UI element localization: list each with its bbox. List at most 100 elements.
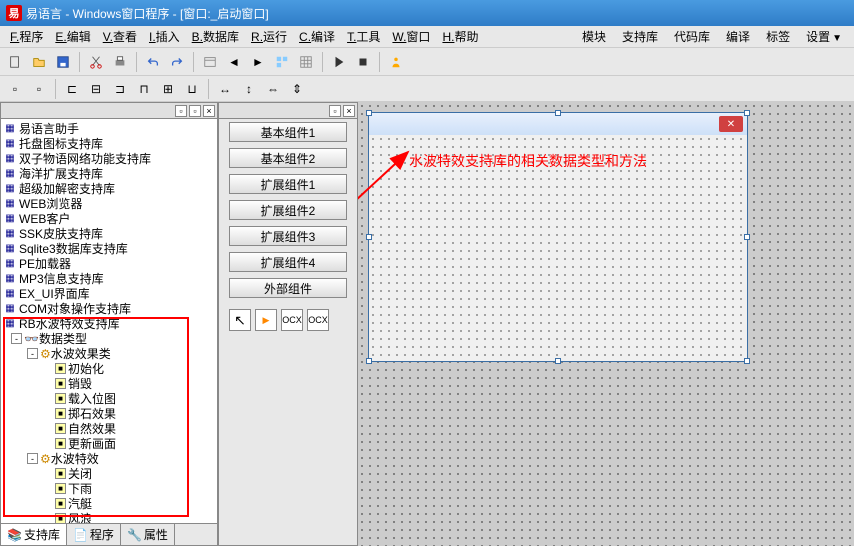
menu-edit[interactable]: E.编辑 <box>49 26 96 47</box>
run-button[interactable] <box>328 51 350 73</box>
tab-properties[interactable]: 🔧 属性 <box>121 524 175 545</box>
pointer-tool[interactable]: ↖ <box>229 309 251 331</box>
book-icon: ▦ <box>3 288 17 300</box>
menu-database[interactable]: B.数据库 <box>186 26 245 47</box>
align-top[interactable]: ⊓ <box>133 78 155 100</box>
tree-lib-item[interactable]: ▦PE加载器 <box>3 256 215 271</box>
tree-lib-item[interactable]: ▦Sqlite3数据库支持库 <box>3 241 215 256</box>
cut-button[interactable] <box>85 51 107 73</box>
align-btn-2[interactable]: ▫ <box>28 78 50 100</box>
align-bottom[interactable]: ⊔ <box>181 78 203 100</box>
tab-program[interactable]: 📄 程序 <box>67 524 121 545</box>
dist-v[interactable]: ↕ <box>238 78 260 100</box>
component-group-ext1[interactable]: 扩展组件1 <box>229 174 347 194</box>
size-h[interactable]: ⇕ <box>286 78 308 100</box>
panel-close-icon[interactable]: × <box>203 105 215 117</box>
tree-lib-item[interactable]: ▦易语言助手 <box>3 121 215 136</box>
person-icon[interactable] <box>385 51 407 73</box>
tree-lib-item[interactable]: ▦WEB浏览器 <box>3 196 215 211</box>
component-group-ext3[interactable]: 扩展组件3 <box>229 226 347 246</box>
tree-method-item[interactable]: ■更新画面 <box>3 436 215 451</box>
tree-lib-item[interactable]: ▦WEB客户 <box>3 211 215 226</box>
align-middle[interactable]: ⊞ <box>157 78 179 100</box>
new-button[interactable] <box>4 51 26 73</box>
menu-compile-r[interactable]: 编译 <box>718 26 758 47</box>
method-icon: ■ <box>55 363 66 374</box>
menu-code-lib[interactable]: 代码库 <box>666 26 718 47</box>
collapse-icon[interactable]: - <box>27 348 38 359</box>
form-titlebar[interactable]: ✕ <box>369 113 747 135</box>
dist-h[interactable]: ↔ <box>214 78 236 100</box>
tree-lib-item[interactable]: ▦双子物语网络功能支持库 <box>3 151 215 166</box>
tree-method-item[interactable]: ■销毁 <box>3 376 215 391</box>
menu-run[interactable]: R.运行 <box>245 26 293 47</box>
form-body[interactable]: 水波特效支持库的相关数据类型和方法 <box>369 135 747 361</box>
tree-lib-item[interactable]: ▦海洋扩展支持库 <box>3 166 215 181</box>
component-group-ext4[interactable]: 扩展组件4 <box>229 252 347 272</box>
align-btn-1[interactable]: ▫ <box>4 78 26 100</box>
prev-bookmark[interactable]: ◄ <box>223 51 245 73</box>
panel-pin2-icon[interactable]: ▫ <box>189 105 201 117</box>
tree-node-class2[interactable]: -⚙ 水波特效 <box>3 451 215 466</box>
component-group-basic1[interactable]: 基本组件1 <box>229 122 347 142</box>
bookmark-button[interactable] <box>199 51 221 73</box>
undo-button[interactable] <box>142 51 164 73</box>
menu-window[interactable]: W.窗口 <box>386 26 436 47</box>
menu-program[interactable]: F.程序 <box>4 26 49 47</box>
tab-support-lib[interactable]: 📚 支持库 <box>1 524 67 545</box>
collapse-icon[interactable]: - <box>27 453 38 464</box>
design-area[interactable]: ✕ 水波特效支持库的相关数据类型和方法 <box>358 102 854 546</box>
tree-lib-item[interactable]: ▦SSK皮肤支持库 <box>3 226 215 241</box>
tree-method-item[interactable]: ■载入位图 <box>3 391 215 406</box>
panel-close-icon[interactable]: × <box>343 105 355 117</box>
panel-pin-icon[interactable]: ▫ <box>329 105 341 117</box>
tree-method-item[interactable]: ■下雨 <box>3 481 215 496</box>
ocx-tool-1[interactable]: OCX <box>281 309 303 331</box>
menu-insert[interactable]: I.插入 <box>143 26 186 47</box>
tree-method-item[interactable]: ■自然效果 <box>3 421 215 436</box>
next-bookmark[interactable]: ► <box>247 51 269 73</box>
table-button[interactable] <box>295 51 317 73</box>
menu-support-lib[interactable]: 支持库 <box>614 26 666 47</box>
tree-method-item[interactable]: ■初始化 <box>3 361 215 376</box>
component-group-ext2[interactable]: 扩展组件2 <box>229 200 347 220</box>
collapse-icon[interactable]: - <box>11 333 22 344</box>
align-right[interactable]: ⊐ <box>109 78 131 100</box>
menu-module[interactable]: 模块 <box>574 26 614 47</box>
stop-button[interactable] <box>352 51 374 73</box>
menu-tools[interactable]: T.工具 <box>341 26 386 47</box>
tables-button[interactable] <box>271 51 293 73</box>
tree-method-item[interactable]: ■掷石效果 <box>3 406 215 421</box>
print-button[interactable] <box>109 51 131 73</box>
play-tool[interactable]: ▶ <box>255 309 277 331</box>
redo-button[interactable] <box>166 51 188 73</box>
tree-lib-item[interactable]: ▦MP3信息支持库 <box>3 271 215 286</box>
open-button[interactable] <box>28 51 50 73</box>
align-left[interactable]: ⊏ <box>61 78 83 100</box>
form-close-button[interactable]: ✕ <box>719 116 743 132</box>
tree-lib-item[interactable]: ▦超级加解密支持库 <box>3 181 215 196</box>
save-button[interactable] <box>52 51 74 73</box>
tree-lib-item[interactable]: ▦COM对象操作支持库 <box>3 301 215 316</box>
menu-label[interactable]: 标签 <box>758 26 798 47</box>
menu-settings[interactable]: 设置▼ <box>798 26 850 47</box>
component-group-basic2[interactable]: 基本组件2 <box>229 148 347 168</box>
panel-pin-icon[interactable]: ▫ <box>175 105 187 117</box>
menu-compile[interactable]: C.编译 <box>293 26 341 47</box>
size-w[interactable]: ⇔ <box>262 78 284 100</box>
form-designer-window[interactable]: ✕ 水波特效支持库的相关数据类型和方法 <box>368 112 748 362</box>
tree-method-item[interactable]: ■关闭 <box>3 466 215 481</box>
ocx-tool-2[interactable]: OCX <box>307 309 329 331</box>
tree-lib-item[interactable]: ▦托盘图标支持库 <box>3 136 215 151</box>
tree-lib-item[interactable]: ▦RB水波特效支持库 <box>3 316 215 331</box>
tree-node-class1[interactable]: -⚙ 水波效果类 <box>3 346 215 361</box>
tree-node-datatypes[interactable]: -👓 数据类型 <box>3 331 215 346</box>
tree-lib-item[interactable]: ▦EX_UI界面库 <box>3 286 215 301</box>
menu-help[interactable]: H.帮助 <box>436 26 484 47</box>
component-group-external[interactable]: 外部组件 <box>229 278 347 298</box>
tree-method-item[interactable]: ■风浪 <box>3 511 215 523</box>
menu-view[interactable]: V.查看 <box>97 26 143 47</box>
align-center-h[interactable]: ⊟ <box>85 78 107 100</box>
library-tree[interactable]: ▦易语言助手▦托盘图标支持库▦双子物语网络功能支持库▦海洋扩展支持库▦超级加解密… <box>1 119 217 523</box>
tree-method-item[interactable]: ■汽艇 <box>3 496 215 511</box>
